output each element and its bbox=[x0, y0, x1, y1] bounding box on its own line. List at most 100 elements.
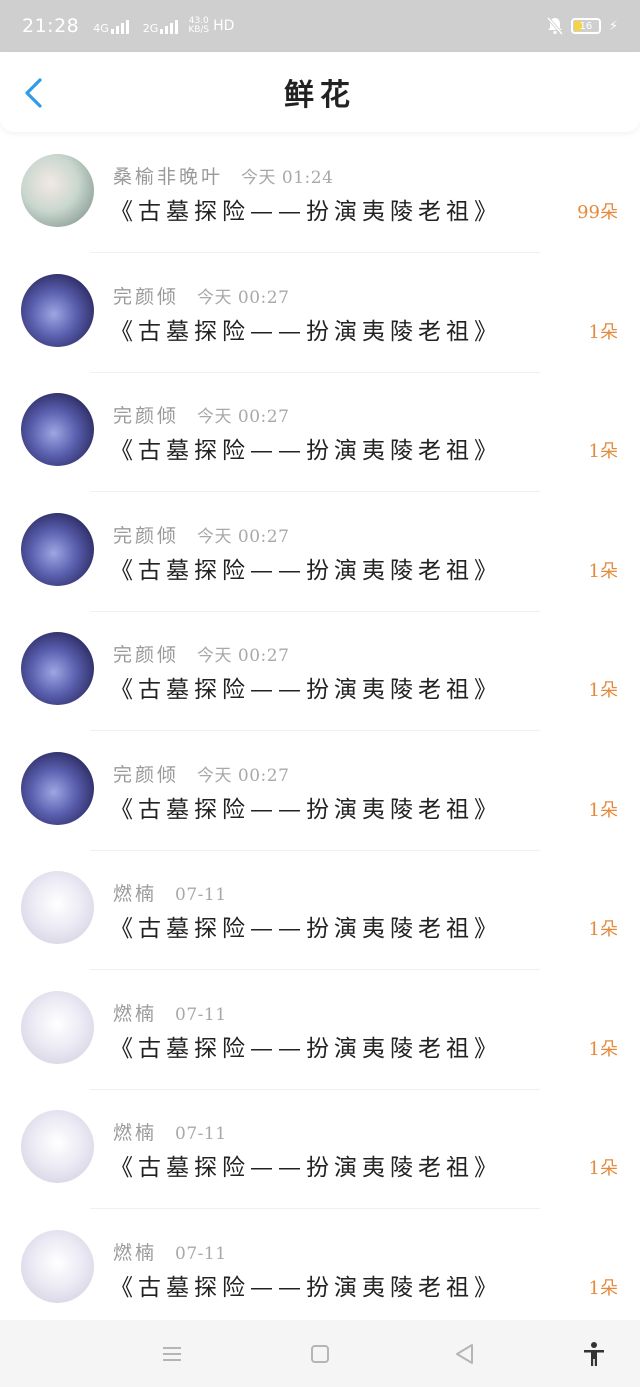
accessibility-icon bbox=[584, 1342, 604, 1366]
flower-count: 99朵 bbox=[577, 202, 618, 223]
divider bbox=[90, 610, 540, 612]
divider bbox=[90, 371, 540, 373]
book-title: 《古墓探险——扮演夷陵老祖》 bbox=[110, 796, 502, 823]
avatar[interactable] bbox=[21, 632, 94, 705]
send-time: 今天 01:24 bbox=[241, 168, 334, 188]
send-time: 今天 00:27 bbox=[197, 765, 290, 786]
send-time: 07-11 bbox=[175, 1243, 227, 1264]
sender-name: 完颜倾 今天 00:27 bbox=[113, 760, 289, 787]
page-header: 鲜花 bbox=[0, 52, 640, 132]
list-item[interactable]: 完颜倾 今天 00:27 《古墓探险——扮演夷陵老祖》 1朵 bbox=[0, 381, 640, 501]
send-time: 今天 00:27 bbox=[197, 646, 290, 666]
book-title: 《古墓探险——扮演夷陵老祖》 bbox=[110, 318, 502, 345]
flower-count: 1朵 bbox=[588, 680, 618, 701]
sender-name: 燃楠 07-11 bbox=[113, 1238, 227, 1265]
back-triangle-icon bbox=[456, 1344, 473, 1364]
sender-name: 完颜倾 今天 00:27 bbox=[113, 282, 289, 309]
list-item[interactable]: 燃楠 07-11 《古墓探险——扮演夷陵老祖》 1朵 bbox=[0, 859, 640, 979]
home-square-icon bbox=[311, 1345, 329, 1363]
sender-name: 完颜倾 今天 00:27 bbox=[113, 521, 289, 548]
list-item[interactable]: 完颜倾 今天 00:27 《古墓探险——扮演夷陵老祖》 1朵 bbox=[0, 620, 640, 740]
sender-name: 燃楠 07-11 bbox=[113, 999, 227, 1026]
status-time: 21:28 bbox=[22, 15, 80, 37]
list-item[interactable]: 燃楠 07-11 《古墓探险——扮演夷陵老祖》 1朵 bbox=[0, 979, 640, 1099]
menu-icon bbox=[163, 1347, 181, 1361]
sender-name-text: 完颜倾 bbox=[113, 405, 180, 427]
sender-name: 完颜倾 今天 00:27 bbox=[113, 401, 289, 428]
flower-count: 1朵 bbox=[588, 1158, 618, 1179]
sender-name: 燃楠 07-11 bbox=[113, 879, 227, 906]
divider bbox=[90, 969, 540, 970]
sender-name: 桑榆非晚叶 今天 01:24 bbox=[113, 162, 333, 189]
signal-2g: 2G bbox=[143, 19, 179, 34]
signal-4g: 4G bbox=[93, 19, 129, 34]
back-button[interactable] bbox=[18, 76, 52, 110]
flower-list: 桑榆非晚叶 今天 01:24 《古墓探险——扮演夷陵老祖》 99朵 完颜倾 今天 00:2… bbox=[0, 142, 640, 1337]
system-nav-bar bbox=[0, 1320, 640, 1387]
chevron-left-icon bbox=[25, 78, 42, 108]
page-title: 鲜花 bbox=[284, 78, 356, 113]
avatar[interactable] bbox=[21, 1229, 94, 1303]
divider bbox=[90, 491, 540, 492]
home-button[interactable] bbox=[306, 1340, 334, 1368]
list-item[interactable]: 桑榆非晚叶 今天 01:24 《古墓探险——扮演夷陵老祖》 99朵 bbox=[0, 142, 640, 262]
avatar[interactable] bbox=[21, 273, 94, 347]
divider bbox=[90, 849, 540, 851]
book-title: 《古墓探险——扮演夷陵老祖》 bbox=[110, 557, 502, 584]
sender-name-text: 燃楠 bbox=[113, 1241, 158, 1264]
list-item[interactable]: 燃楠 07-11 《古墓探险——扮演夷陵老祖》 1朵 bbox=[0, 1098, 640, 1218]
hd-indicator: HD bbox=[213, 18, 235, 34]
sender-name-text: 完颜倾 bbox=[113, 524, 180, 547]
menu-button[interactable] bbox=[158, 1340, 186, 1368]
signal-bars-icon bbox=[160, 19, 179, 34]
book-title: 《古墓探险——扮演夷陵老祖》 bbox=[110, 1035, 502, 1062]
send-time: 07-11 bbox=[175, 1124, 227, 1144]
avatar[interactable] bbox=[21, 751, 94, 825]
book-title: 《古墓探险——扮演夷陵老祖》 bbox=[110, 1155, 502, 1181]
flower-count: 1朵 bbox=[588, 919, 618, 940]
flower-count: 1朵 bbox=[588, 1277, 618, 1299]
battery-icon: 16 bbox=[570, 18, 601, 34]
sender-name-text: 桑榆非晚叶 bbox=[113, 166, 224, 188]
sender-name-text: 燃楠 bbox=[113, 883, 158, 905]
sender-name: 燃楠 07-11 bbox=[113, 1118, 227, 1145]
divider bbox=[90, 252, 540, 253]
divider bbox=[90, 1088, 540, 1090]
avatar[interactable] bbox=[21, 154, 94, 227]
avatar[interactable] bbox=[21, 512, 94, 586]
book-title: 《古墓探险——扮演夷陵老祖》 bbox=[110, 677, 502, 703]
divider bbox=[90, 730, 540, 731]
sender-name-text: 完颜倾 bbox=[113, 763, 180, 786]
divider bbox=[90, 1208, 540, 1209]
sender-name-text: 燃楠 bbox=[113, 1002, 158, 1025]
send-time: 今天 00:27 bbox=[197, 526, 290, 547]
send-time: 今天 00:27 bbox=[197, 287, 290, 308]
avatar[interactable] bbox=[21, 871, 94, 944]
back-nav-button[interactable] bbox=[451, 1340, 479, 1368]
flower-count: 1朵 bbox=[588, 321, 618, 343]
bell-off-icon bbox=[546, 17, 563, 35]
avatar[interactable] bbox=[21, 1110, 94, 1183]
book-title: 《古墓探险——扮演夷陵老祖》 bbox=[110, 438, 502, 464]
status-bar: 21:28 4G 2G 43.0 KB/S HD 16 ⚡ bbox=[0, 0, 640, 52]
accessibility-button[interactable] bbox=[580, 1340, 608, 1368]
list-item[interactable]: 完颜倾 今天 00:27 《古墓探险——扮演夷陵老祖》 1朵 bbox=[0, 501, 640, 621]
list-item[interactable]: 完颜倾 今天 00:27 《古墓探险——扮演夷陵老祖》 1朵 bbox=[0, 262, 640, 382]
sender-name-text: 完颜倾 bbox=[113, 644, 180, 666]
list-item[interactable]: 完颜倾 今天 00:27 《古墓探险——扮演夷陵老祖》 1朵 bbox=[0, 740, 640, 860]
avatar[interactable] bbox=[21, 990, 94, 1064]
flower-count: 1朵 bbox=[588, 441, 618, 462]
signal-bars-icon bbox=[110, 19, 129, 34]
flower-count: 1朵 bbox=[588, 799, 618, 821]
status-right: 16 ⚡ bbox=[546, 17, 618, 35]
book-title: 《古墓探险——扮演夷陵老祖》 bbox=[110, 1274, 502, 1301]
book-title: 《古墓探险——扮演夷陵老祖》 bbox=[110, 199, 502, 225]
send-time: 07-11 bbox=[175, 885, 227, 905]
avatar[interactable] bbox=[21, 393, 94, 466]
charging-icon: ⚡ bbox=[608, 18, 618, 34]
sender-name-text: 完颜倾 bbox=[113, 285, 180, 308]
send-time: 今天 00:27 bbox=[197, 407, 290, 427]
book-title: 《古墓探险——扮演夷陵老祖》 bbox=[110, 916, 502, 942]
sender-name: 完颜倾 今天 00:27 bbox=[113, 640, 289, 667]
flower-count: 1朵 bbox=[588, 560, 618, 582]
